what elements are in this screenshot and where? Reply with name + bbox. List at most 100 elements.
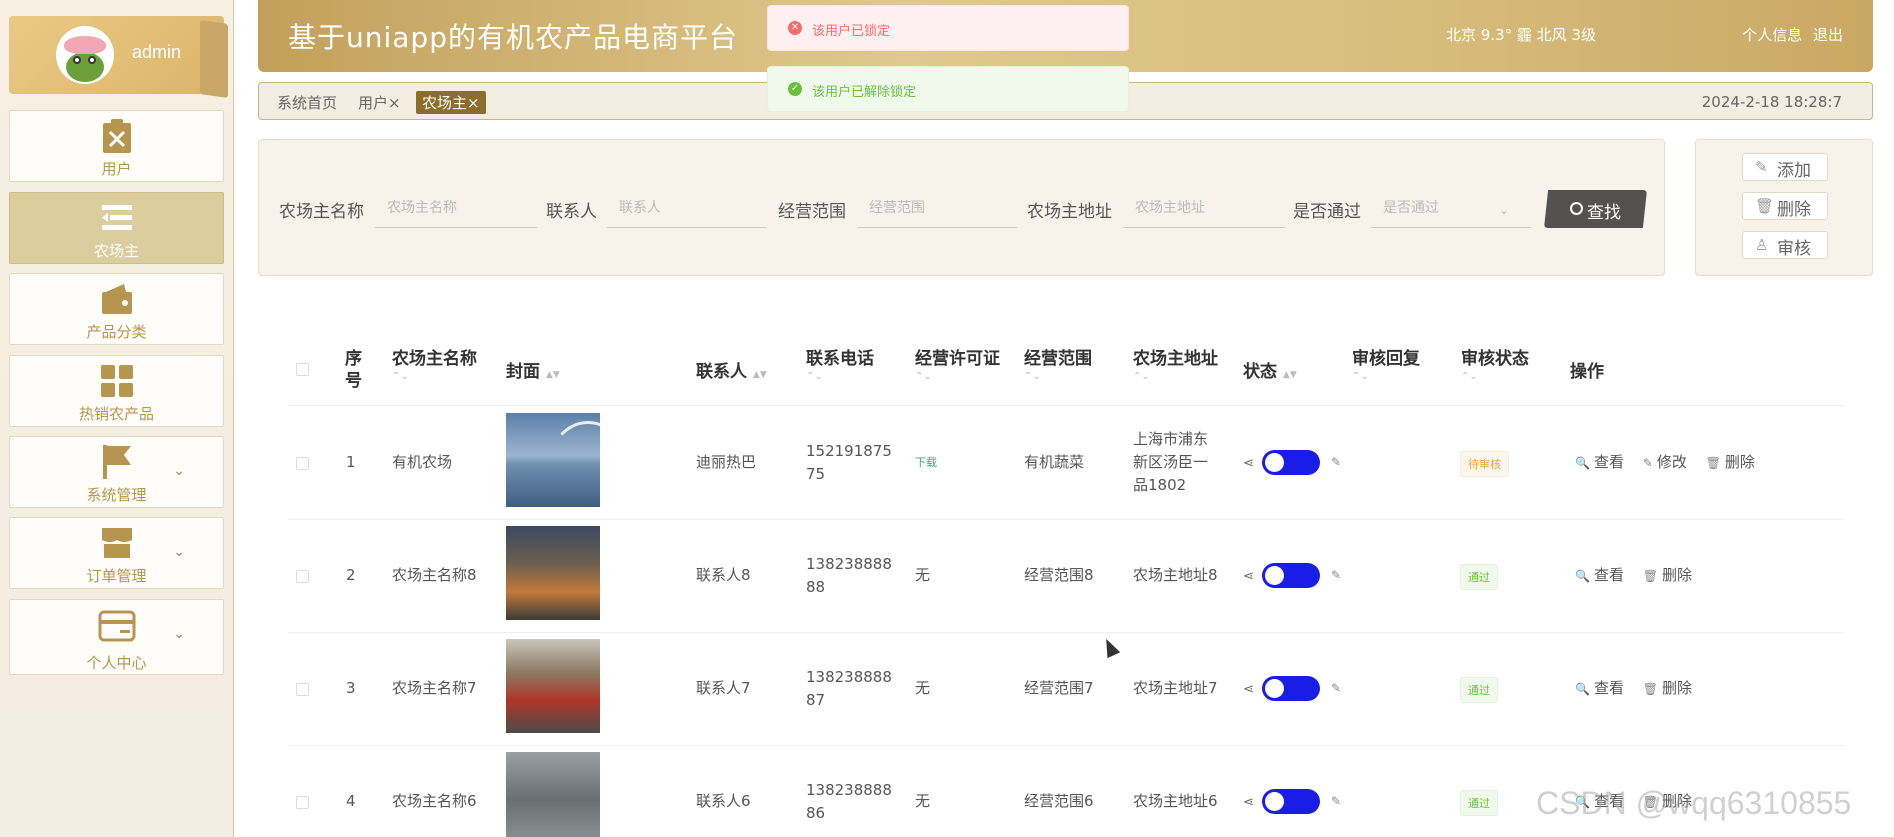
close-icon[interactable]: ×: [467, 94, 480, 112]
logout-link[interactable]: 退出: [1813, 26, 1843, 44]
row-checkbox[interactable]: [296, 683, 309, 696]
sidebar-item-users[interactable]: 用户: [9, 110, 224, 182]
col-review-reply[interactable]: 审核回复 ⌃⌄: [1352, 344, 1420, 382]
profile-link[interactable]: 个人信息: [1742, 26, 1802, 44]
cell-scope: 经营范围6: [1024, 792, 1094, 810]
select-all-checkbox[interactable]: [296, 363, 309, 376]
license-download-link[interactable]: 下载: [915, 451, 937, 474]
col-address-text: 农场主地址: [1133, 349, 1218, 369]
chevron-down-icon: ⌄: [1499, 203, 1510, 217]
sort-icon[interactable]: ⌃⌄: [1352, 371, 1420, 382]
sidebar-item-system[interactable]: 系统管理 ⌄: [9, 436, 224, 508]
col-review-status[interactable]: 审核状态 ⌃⌄: [1461, 344, 1529, 382]
sort-icon[interactable]: ⌃⌄: [806, 371, 874, 382]
close-icon[interactable]: ×: [388, 94, 401, 112]
cell-contact: 迪丽热巴: [696, 453, 757, 471]
col-phone[interactable]: 联系电话 ⌃⌄: [806, 344, 874, 382]
row-actions: 🔍 查看 ✎ 修改 🗑 删除: [1575, 451, 1769, 472]
status-switch[interactable]: [1262, 450, 1320, 475]
edit-icon[interactable]: ✎: [1331, 455, 1341, 469]
farmer-name-label: 农场主名称: [279, 202, 364, 222]
edit-icon[interactable]: ✎: [1331, 794, 1341, 808]
search-icon: 🔍: [1575, 682, 1590, 696]
table-row: 2 农场主名称8 联系人8 13823888888 无 经营范围8 农场主地址8…: [288, 520, 1844, 633]
sidebar-item-profile[interactable]: 个人中心 ⌄: [9, 599, 224, 675]
admin-card-flap: [200, 20, 228, 98]
farmer-name-input[interactable]: [375, 188, 537, 228]
search-button[interactable]: 查找: [1544, 190, 1647, 228]
sidebar-item-farmers[interactable]: 农场主: [9, 192, 224, 264]
col-name-text: 农场主名称: [392, 349, 477, 369]
sort-icon[interactable]: ⌃⌄: [1024, 371, 1092, 382]
delete-row-button[interactable]: 🗑 删除: [1643, 566, 1692, 584]
store-icon: [102, 528, 132, 558]
cell-address: 上海市浦东新区汤臣一品1802: [1133, 430, 1209, 494]
cover-image[interactable]: [506, 526, 600, 620]
row-checkbox[interactable]: [296, 457, 309, 470]
sort-icon[interactable]: ▲▼: [753, 370, 767, 380]
tab-label: 用户: [358, 94, 389, 112]
scope-input[interactable]: [857, 188, 1017, 228]
view-button[interactable]: 🔍 查看: [1575, 566, 1624, 584]
admin-name: admin: [132, 42, 182, 62]
sort-icon[interactable]: ⌃⌄: [392, 371, 477, 382]
edit-icon[interactable]: ✎: [1331, 681, 1341, 695]
cell-contact: 联系人8: [696, 566, 751, 584]
sort-icon[interactable]: ⌃⌄: [915, 371, 1000, 382]
delete-row-button[interactable]: 🗑 删除: [1706, 453, 1755, 471]
sidebar-item-orders[interactable]: 订单管理 ⌄: [9, 517, 224, 589]
delete-row-button[interactable]: 🗑 删除: [1643, 679, 1692, 697]
farmers-table: 序号 农场主名称 ⌃⌄ 封面 ▲▼ 联系人 ▲▼ 联系电话 ⌃⌄ 经营许可证 ⌃⌄ 经…: [288, 330, 1844, 837]
edit-icon[interactable]: ✎: [1331, 568, 1341, 582]
col-address[interactable]: 农场主地址 ⌃⌄: [1133, 344, 1218, 382]
view-button[interactable]: 🔍 查看: [1575, 679, 1624, 697]
row-checkbox[interactable]: [296, 570, 309, 583]
contact-input[interactable]: [607, 188, 767, 228]
sidebar-item-hot-products[interactable]: 热销农产品: [9, 355, 224, 427]
col-license[interactable]: 经营许可证 ⌃⌄: [915, 344, 1000, 382]
cell-no: 4: [346, 792, 356, 810]
tab-users[interactable]: 用户×: [358, 92, 401, 113]
tab-farmers[interactable]: 农场主×: [416, 91, 486, 114]
list-menu-icon: [102, 205, 132, 230]
app-title: 基于uniapp的有机农产品电商平台: [288, 21, 738, 54]
sidebar-item-categories[interactable]: 产品分类: [9, 273, 224, 345]
edit-icon: ✎: [1755, 158, 1768, 176]
review-button[interactable]: ♙ 审核: [1742, 231, 1828, 259]
table-header: 序号 农场主名称 ⌃⌄ 封面 ▲▼ 联系人 ▲▼ 联系电话 ⌃⌄ 经营许可证 ⌃⌄ 经…: [288, 330, 1844, 406]
status-badge: 通过: [1460, 677, 1498, 703]
sort-icon[interactable]: ⌃⌄: [1461, 371, 1529, 382]
status-switch[interactable]: [1262, 676, 1320, 701]
col-status[interactable]: 状态 ▲▼: [1243, 357, 1297, 382]
sort-icon[interactable]: ⌃⌄: [1133, 371, 1218, 382]
cover-image[interactable]: [506, 639, 600, 733]
row-checkbox[interactable]: [296, 796, 309, 809]
col-contact[interactable]: 联系人 ▲▼: [696, 357, 767, 382]
sort-icon[interactable]: ▲▼: [1283, 370, 1297, 380]
cover-image[interactable]: [506, 413, 600, 507]
col-ops: 操作: [1570, 362, 1604, 382]
col-scope[interactable]: 经营范围 ⌃⌄: [1024, 344, 1092, 382]
address-input[interactable]: [1123, 188, 1285, 228]
col-no[interactable]: 序号: [345, 348, 365, 392]
status-switch[interactable]: [1262, 789, 1320, 814]
address-label: 农场主地址: [1027, 202, 1112, 222]
add-button[interactable]: ✎ 添加: [1742, 153, 1828, 181]
success-toast-text: 该用户已解除锁定: [812, 85, 917, 100]
row-actions: 🔍 查看 🗑 删除: [1575, 677, 1706, 698]
sort-icon[interactable]: ▲▼: [546, 370, 560, 380]
col-cover[interactable]: 封面 ▲▼: [506, 357, 560, 382]
delete-label: 删除: [1661, 566, 1692, 584]
sidebar-item-label: 农场主: [93, 242, 139, 260]
cover-image[interactable]: [506, 752, 600, 837]
delete-label: 删除: [1777, 200, 1811, 220]
cell-contact: 联系人6: [696, 792, 751, 810]
delete-button[interactable]: 🗑 删除: [1742, 192, 1828, 220]
status-badge: 待审核: [1460, 451, 1509, 477]
edit-button[interactable]: ✎ 修改: [1643, 453, 1687, 471]
status-switch[interactable]: [1262, 563, 1320, 588]
view-button[interactable]: 🔍 查看: [1575, 453, 1624, 471]
cell-phone: 13823888888: [806, 555, 892, 596]
tab-home[interactable]: 系统首页: [277, 92, 337, 113]
col-name[interactable]: 农场主名称 ⌃⌄: [392, 344, 477, 382]
